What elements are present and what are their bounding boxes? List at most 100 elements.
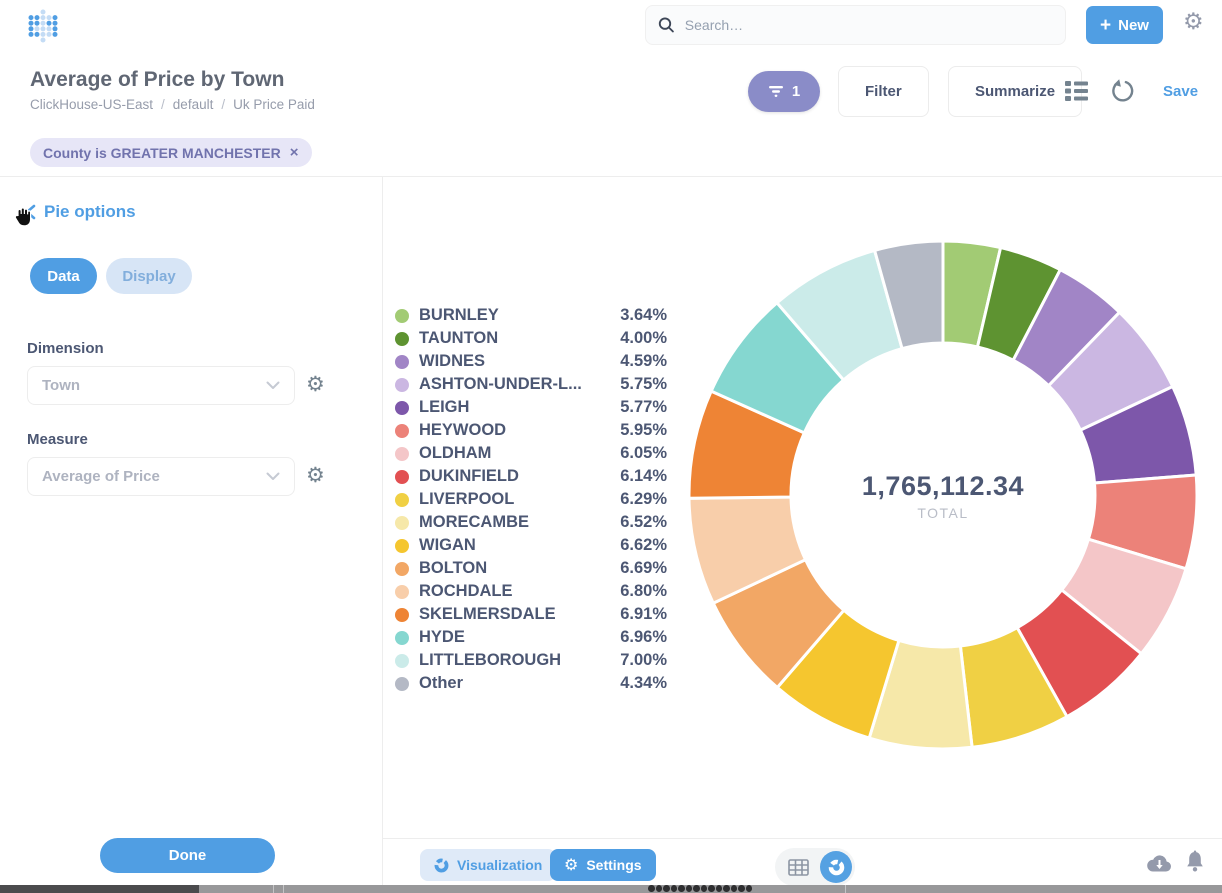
legend-item[interactable]: LEIGH5.77%: [395, 396, 667, 419]
summarize-button[interactable]: Summarize: [948, 66, 1082, 117]
filter-count-pill[interactable]: 1: [748, 71, 820, 112]
legend-label: TAUNTON: [419, 329, 605, 348]
legend-item[interactable]: BOLTON6.69%: [395, 557, 667, 580]
legend-color-dot: [395, 562, 409, 576]
legend-item[interactable]: LITTLEBOROUGH7.00%: [395, 649, 667, 672]
bell-icon[interactable]: [1184, 850, 1206, 879]
strip-separator: [845, 885, 846, 893]
legend-item[interactable]: MORECAMBE6.52%: [395, 511, 667, 534]
divider: [0, 176, 1222, 177]
measure-value: Average of Price: [42, 468, 160, 485]
visualization-button[interactable]: Visualization: [420, 849, 556, 881]
breadcrumb-table[interactable]: Uk Price Paid: [233, 97, 315, 112]
sidebar-title[interactable]: Pie options: [44, 202, 136, 222]
legend-label: BURNLEY: [419, 306, 605, 325]
dimension-label: Dimension: [27, 340, 104, 357]
breadcrumb-schema[interactable]: default: [173, 97, 214, 112]
gear-icon: ⚙: [564, 857, 578, 873]
legend-color-dot: [395, 332, 409, 346]
pie-chart-icon: [828, 859, 845, 876]
legend-percent: 6.62%: [605, 536, 667, 555]
legend-item[interactable]: DUKINFIELD6.14%: [395, 465, 667, 488]
legend-item[interactable]: ROCHDALE6.80%: [395, 580, 667, 603]
tab-data[interactable]: Data: [30, 258, 97, 294]
strip-dots: [648, 885, 752, 893]
donut-chart[interactable]: [683, 235, 1203, 755]
dimension-gear-icon[interactable]: ⚙: [306, 374, 325, 395]
legend-percent: 6.05%: [605, 444, 667, 463]
download-icon[interactable]: [1146, 853, 1173, 878]
legend-item[interactable]: TAUNTON4.00%: [395, 327, 667, 350]
breadcrumb-database[interactable]: ClickHouse-US-East: [30, 97, 153, 112]
legend-percent: 6.14%: [605, 467, 667, 486]
search-input[interactable]: [685, 17, 1053, 33]
filter-chip[interactable]: County is GREATER MANCHESTER ×: [30, 138, 312, 167]
legend-color-dot: [395, 309, 409, 323]
done-button[interactable]: Done: [100, 838, 275, 873]
legend-item[interactable]: WIGAN6.62%: [395, 534, 667, 557]
metabase-logo[interactable]: [28, 9, 58, 43]
legend-percent: 3.64%: [605, 306, 667, 325]
page-title: Average of Price by Town: [30, 68, 284, 92]
visualization-footer: Visualization ⚙ Settings: [383, 838, 1222, 885]
pie-chart-icon: [434, 858, 449, 873]
legend-label: WIGAN: [419, 536, 605, 555]
legend-label: SKELMERSDALE: [419, 605, 605, 624]
legend-item[interactable]: WIDNES4.59%: [395, 350, 667, 373]
legend-item[interactable]: OLDHAM6.05%: [395, 442, 667, 465]
legend-color-dot: [395, 378, 409, 392]
legend-percent: 6.29%: [605, 490, 667, 509]
legend-item[interactable]: HEYWOOD5.95%: [395, 419, 667, 442]
chevron-down-icon: [266, 472, 280, 481]
legend-item[interactable]: ASHTON-UNDER-L...5.75%: [395, 373, 667, 396]
legend-item[interactable]: Other4.34%: [395, 672, 667, 695]
legend-percent: 6.96%: [605, 628, 667, 647]
pie-view-toggle-active[interactable]: [820, 851, 852, 883]
legend-item[interactable]: LIVERPOOL6.29%: [395, 488, 667, 511]
settings-button[interactable]: ⚙ Settings: [550, 849, 656, 881]
filter-button[interactable]: Filter: [838, 66, 929, 117]
save-button[interactable]: Save: [1163, 83, 1198, 100]
background-window-sliver: [0, 885, 1222, 893]
legend-label: BOLTON: [419, 559, 605, 578]
visualization-button-label: Visualization: [457, 857, 542, 873]
legend-color-dot: [395, 539, 409, 553]
breadcrumb-separator: /: [161, 97, 165, 112]
refresh-icon[interactable]: [1109, 79, 1134, 107]
notebook-editor-icon[interactable]: [1064, 80, 1089, 105]
remove-filter-icon[interactable]: ×: [290, 144, 299, 161]
new-button[interactable]: + New: [1086, 6, 1163, 44]
measure-label: Measure: [27, 431, 88, 448]
legend-color-dot: [395, 424, 409, 438]
legend-label: HYDE: [419, 628, 605, 647]
measure-gear-icon[interactable]: ⚙: [306, 465, 325, 486]
legend-percent: 5.75%: [605, 375, 667, 394]
search-icon: [658, 16, 675, 34]
legend-percent: 4.00%: [605, 329, 667, 348]
legend-percent: 5.77%: [605, 398, 667, 417]
filter-count: 1: [792, 83, 800, 100]
breadcrumb: ClickHouse-US-East / default / Uk Price …: [30, 97, 315, 112]
dimension-select[interactable]: Town: [27, 366, 295, 405]
chevron-down-icon: [266, 381, 280, 390]
tab-display[interactable]: Display: [106, 258, 192, 294]
legend-color-dot: [395, 401, 409, 415]
admin-gear-icon[interactable]: ⚙: [1183, 11, 1204, 34]
measure-select[interactable]: Average of Price: [27, 457, 295, 496]
filter-chip-label: County is GREATER MANCHESTER: [43, 145, 281, 161]
legend-color-dot: [395, 470, 409, 484]
legend-item[interactable]: SKELMERSDALE6.91%: [395, 603, 667, 626]
legend-label: DUKINFIELD: [419, 467, 605, 486]
legend-label: Other: [419, 674, 605, 693]
legend-percent: 6.69%: [605, 559, 667, 578]
settings-button-label: Settings: [586, 857, 641, 873]
new-button-label: New: [1118, 17, 1149, 34]
legend-color-dot: [395, 516, 409, 530]
search-bar[interactable]: [645, 5, 1066, 45]
legend-percent: 4.34%: [605, 674, 667, 693]
table-view-icon[interactable]: [788, 859, 809, 876]
legend-item[interactable]: BURNLEY3.64%: [395, 304, 667, 327]
legend-label: LIVERPOOL: [419, 490, 605, 509]
legend-item[interactable]: HYDE6.96%: [395, 626, 667, 649]
legend-percent: 6.52%: [605, 513, 667, 532]
